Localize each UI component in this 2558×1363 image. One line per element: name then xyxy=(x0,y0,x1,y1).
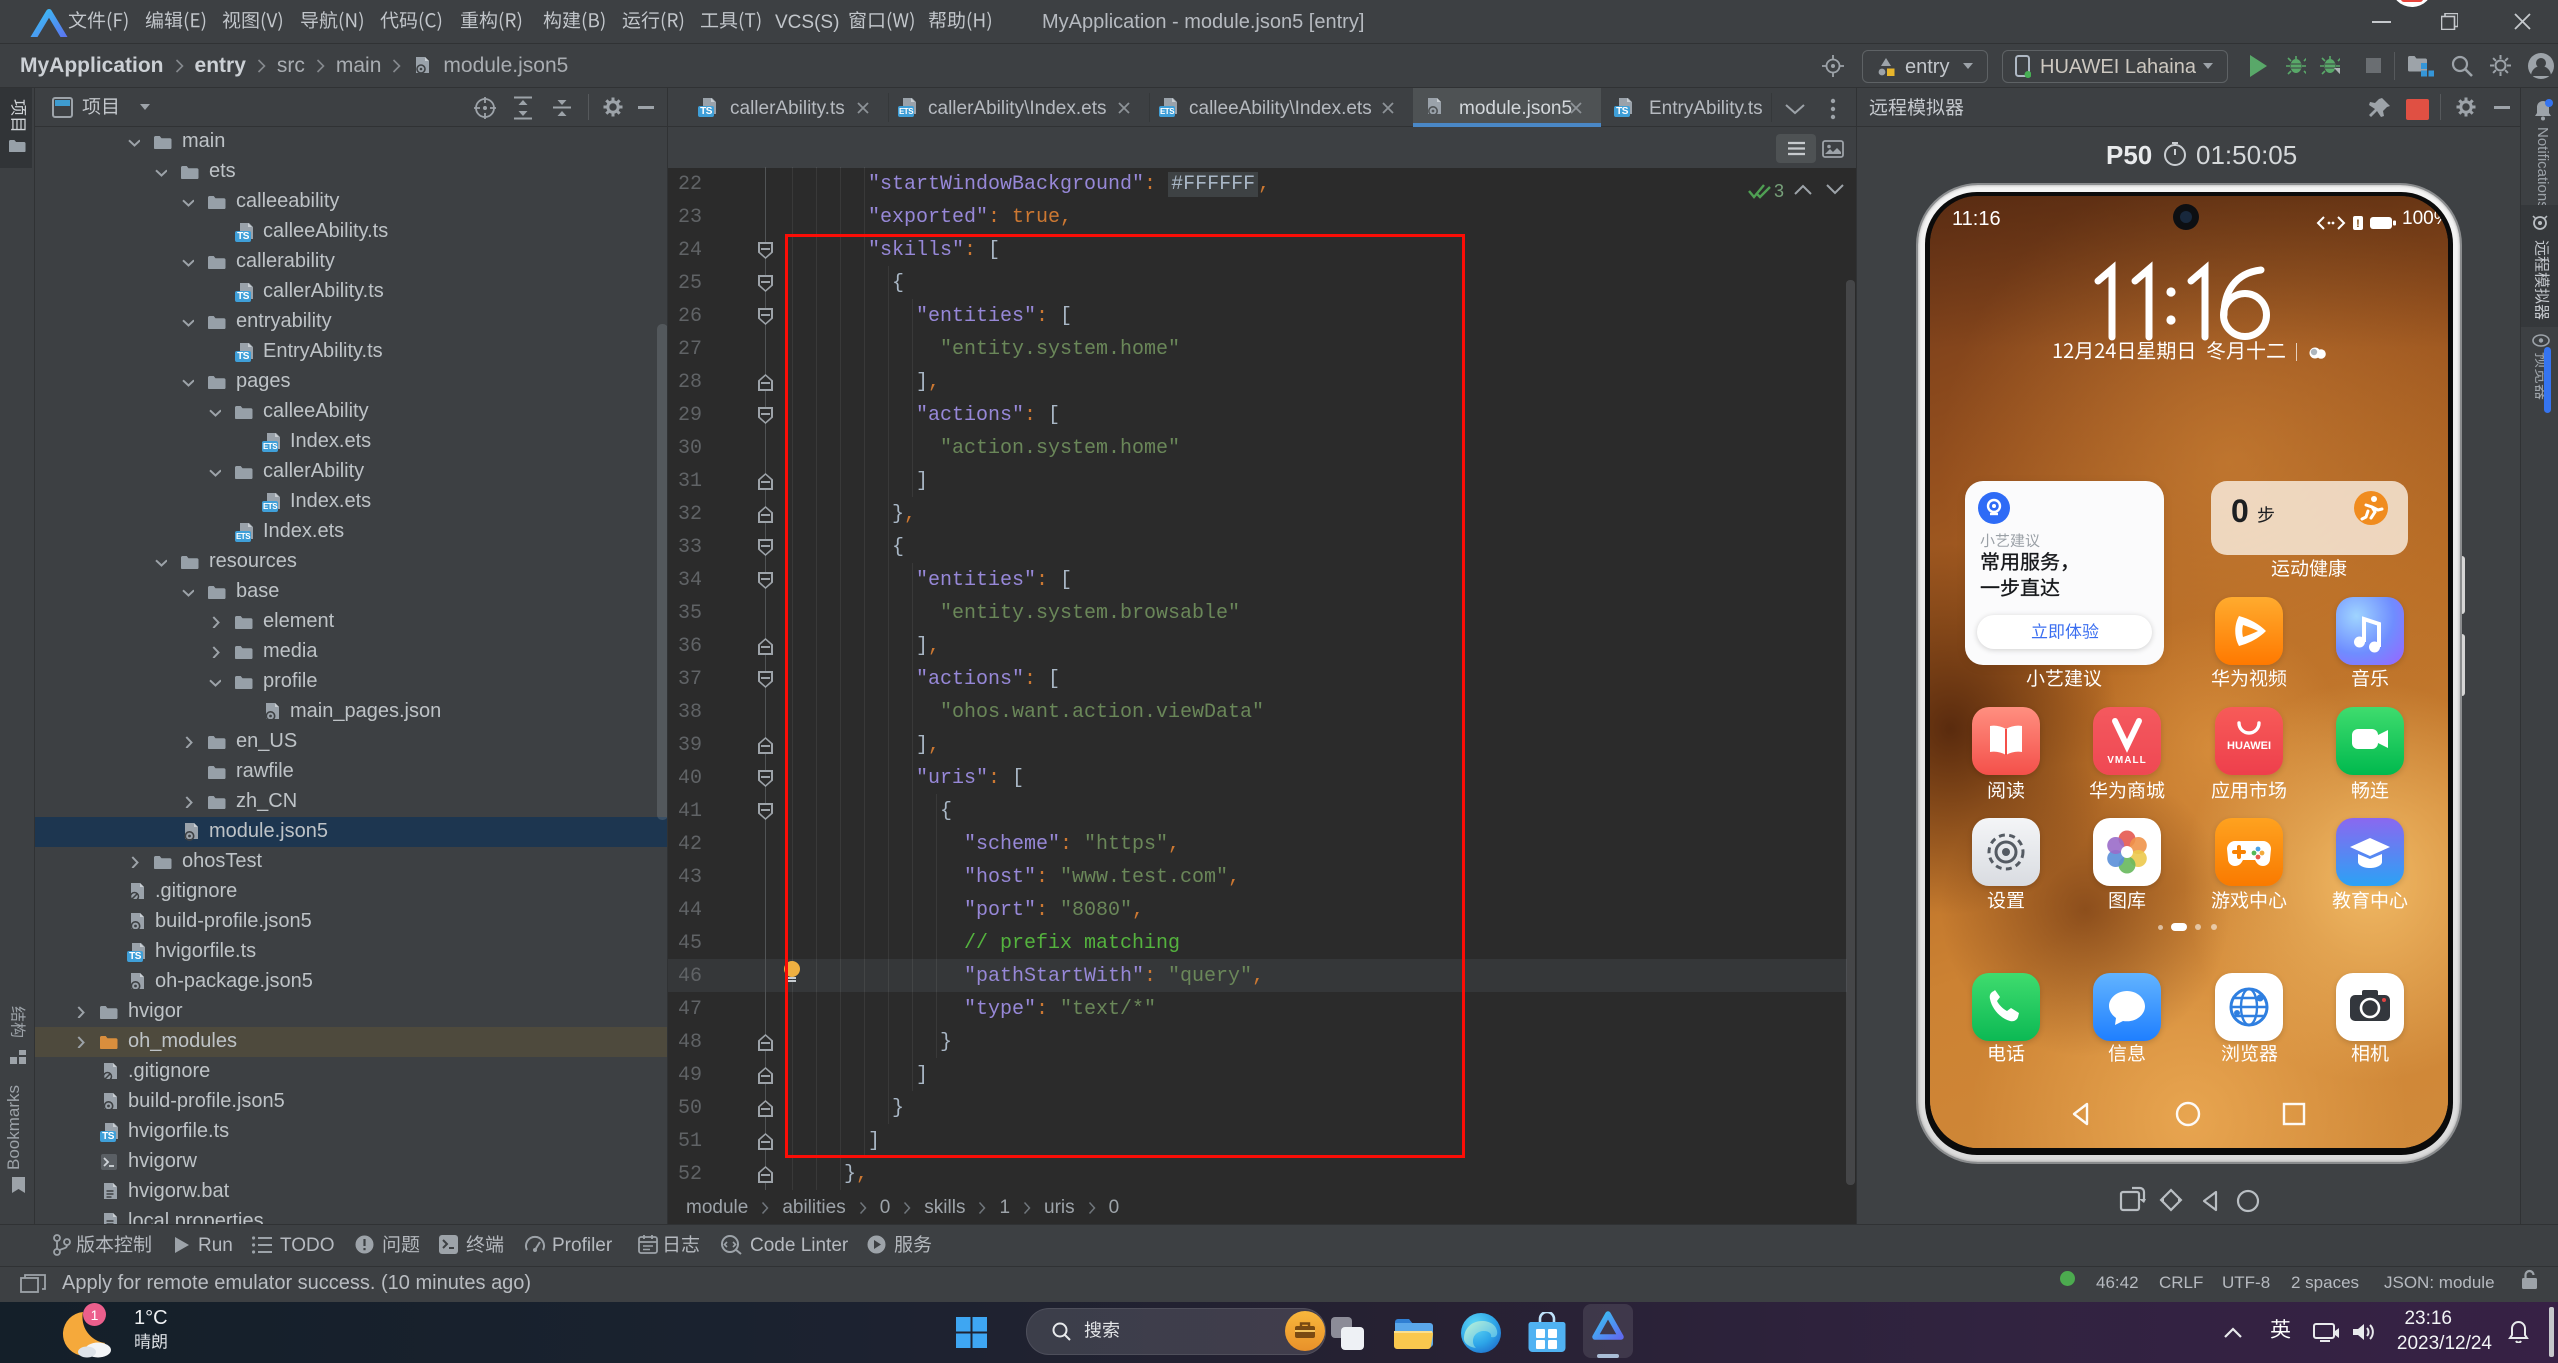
svg-text:!: ! xyxy=(2356,218,2360,230)
svg-text:VMALL: VMALL xyxy=(2107,755,2146,766)
svg-text:HUAWEI: HUAWEI xyxy=(2227,740,2271,752)
